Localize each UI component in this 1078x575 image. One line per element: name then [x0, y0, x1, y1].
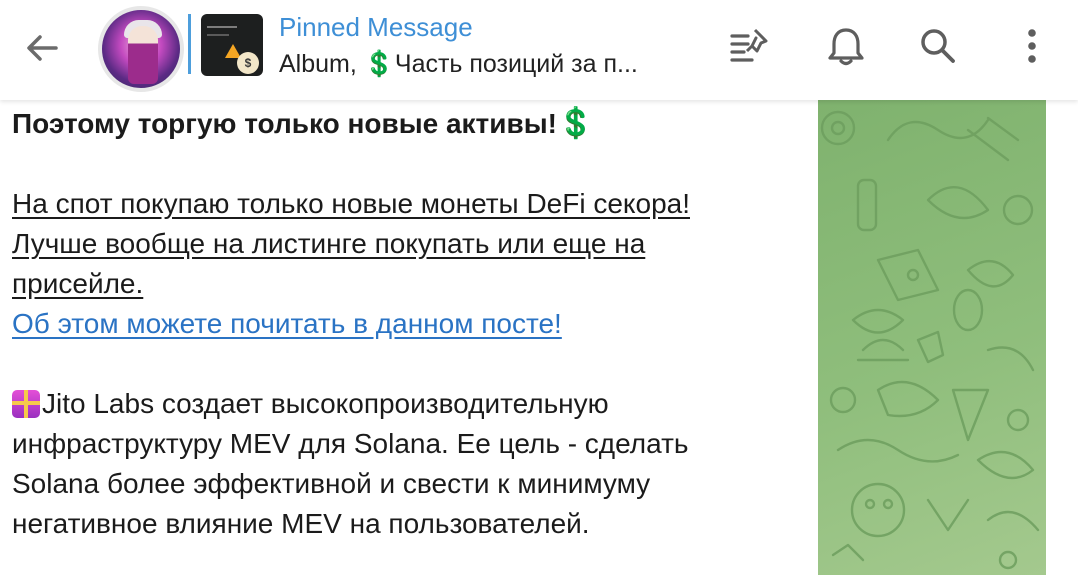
- underlined-line: На спот покупаю только новые монеты DeFi…: [12, 188, 690, 219]
- wallpaper-doodles: [820, 110, 1040, 570]
- underlined-line: Лучше вообще на листинге покупать или ещ…: [12, 228, 646, 259]
- search-icon[interactable]: [916, 24, 960, 68]
- avatar-figure: [128, 26, 158, 84]
- underlined-line: присейле.: [12, 268, 144, 299]
- pinned-indicator-bar: [188, 14, 191, 74]
- dollar-emoji-icon: 💲: [556, 107, 595, 140]
- pinned-message-title[interactable]: Pinned Message: [279, 12, 473, 43]
- chat-wallpaper: [818, 100, 1046, 575]
- back-arrow-icon[interactable]: [22, 28, 62, 68]
- pinned-message-thumbnail[interactable]: $: [201, 14, 263, 76]
- chat-header: $ Pinned Message Album, 💲Часть позиций з…: [0, 0, 1078, 100]
- gift-icon: [12, 390, 40, 418]
- post-link[interactable]: Об этом можете почитать в данном посте!: [12, 308, 562, 339]
- screen-edge: [1046, 100, 1078, 575]
- pinned-message-preview[interactable]: Album, 💲Часть позиций за п...: [279, 50, 638, 79]
- more-vert-icon[interactable]: [1010, 24, 1054, 68]
- thumb-money-bag-icon: $: [237, 52, 259, 74]
- message-bubble: Поэтому торгую только новые активы!💲 На …: [0, 100, 818, 575]
- pinned-preview-text: Часть позиций за п...: [394, 50, 638, 78]
- pinned-list-icon[interactable]: [728, 24, 772, 68]
- jito-line: Solana более эффективной и свести к мини…: [12, 468, 651, 499]
- channel-avatar[interactable]: [98, 6, 184, 92]
- thumb-line: [207, 34, 229, 36]
- message-text: Поэтому торгую только новые активы!💲 На …: [12, 100, 812, 544]
- thumb-line: [207, 26, 237, 28]
- jito-line: Jito Labs создает высокопроизводительную: [42, 388, 609, 419]
- jito-line: инфраструктуру MEV для Solana. Ее цель -…: [12, 428, 689, 459]
- pinned-preview-prefix: Album,: [279, 50, 364, 78]
- dollar-emoji-icon: 💲: [363, 50, 395, 78]
- message-bold-line: Поэтому торгую только новые активы!: [12, 108, 557, 139]
- bell-icon[interactable]: [824, 24, 868, 68]
- jito-line: негативное влияние MEV на пользователей.: [12, 508, 590, 539]
